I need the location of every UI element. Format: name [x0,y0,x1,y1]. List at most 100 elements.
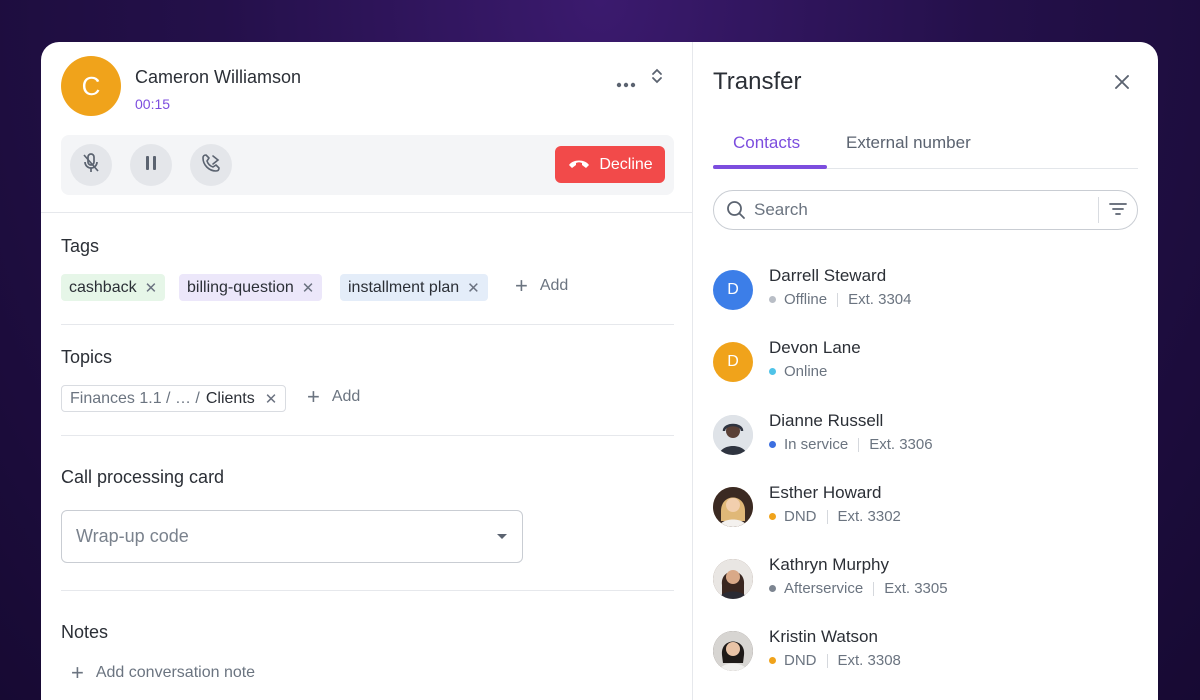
transfer-panel: Transfer Contacts External number Search… [693,42,1158,700]
tag-label: billing-question [187,278,294,296]
contact-item[interactable]: Esther Howard DND Ext. 3302 [713,483,1138,535]
tab-external-number[interactable]: External number [846,133,971,153]
contact-status: Online [784,363,828,380]
status-dot [769,657,776,664]
contact-meta: DND Ext. 3308 [769,652,901,669]
wrapup-placeholder: Wrap-up code [76,526,189,546]
contact-name: Devon Lane [769,338,861,357]
contact-name: Kathryn Murphy [769,555,889,574]
status-dot [769,296,776,303]
contact-item[interactable]: Kristin Watson DND Ext. 3308 [713,627,1138,679]
decline-button[interactable]: Decline [555,146,665,183]
tag-label: installment plan [348,278,460,296]
more-options-icon[interactable] [615,74,637,96]
contact-name: Kristin Watson [769,627,878,646]
search-separator [1098,197,1099,223]
contact-avatar: D [713,270,753,310]
contact-item[interactable]: D Darrell Steward Offline Ext. 3304 [713,266,1138,318]
transfer-title: Transfer [713,68,802,95]
call-controls: Decline [61,135,674,195]
notes-title: Notes [61,622,109,642]
caret-down-icon [496,528,508,546]
topic-chip: Finances 1.1 / … / Clients ✕ [61,385,287,412]
phone-hangup-icon [567,156,591,174]
status-dot [769,513,776,520]
filter-icon[interactable] [1109,201,1127,222]
contact-name: Esther Howard [769,483,882,502]
expand-collapse-icon[interactable] [647,64,667,88]
topic-path: Finances 1.1 / … / [70,389,200,407]
transfer-tabs: Contacts External number [713,124,1138,169]
call-panel: C Cameron Williamson 00:15 Decline Tags … [41,42,693,700]
active-tab-indicator [713,165,827,169]
remove-tag-icon[interactable]: ✕ [145,279,158,297]
call-processing-title: Call processing card [61,467,225,487]
contact-status: Offline [784,291,828,308]
tag-chip: cashback ✕ [61,274,166,301]
meta-separator [858,437,860,452]
status-dot [769,368,776,375]
contact-status: Afterservice [784,580,864,597]
hold-button[interactable] [130,144,172,186]
contact-avatar: D [713,342,753,382]
wrapup-code-select[interactable]: Wrap-up code [61,510,523,563]
contact-ext: Ext. 3302 [837,508,901,525]
meta-separator [837,292,839,307]
call-timer: 00:15 [135,96,171,112]
transfer-call-button[interactable] [190,144,232,186]
status-dot [769,585,776,592]
contact-status: DND [784,652,817,669]
search-placeholder: Search [754,200,808,219]
tag-label: cashback [69,278,137,296]
close-icon[interactable] [1112,72,1132,92]
tab-contacts[interactable]: Contacts [733,133,800,153]
caller-avatar: C [61,56,121,116]
contact-ext: Ext. 3308 [837,652,901,669]
search-icon [726,200,746,225]
add-note-label: Add conversation note [95,664,256,681]
add-tag-button[interactable]: + Add [515,275,568,297]
contact-item[interactable]: Kathryn Murphy Afterservice Ext. 3305 [713,555,1138,607]
contact-name: Dianne Russell [769,411,884,430]
remove-tag-icon[interactable]: ✕ [467,279,480,297]
add-note-button[interactable]: + Add conversation note [71,662,255,684]
plus-icon: + [71,660,84,685]
phone-forward-icon [200,152,222,179]
tags-title: Tags [61,236,100,256]
divider [41,212,693,213]
caller-header: C Cameron Williamson 00:15 [61,56,673,116]
topics-title: Topics [61,347,113,367]
meta-separator [873,581,875,596]
contact-meta: Online [769,363,827,380]
remove-topic-icon[interactable]: ✕ [265,390,278,408]
plus-icon: + [515,273,528,298]
add-topic-label: Add [331,388,361,405]
contact-ext: Ext. 3305 [884,580,948,597]
contact-item[interactable]: Dianne Russell In service Ext. 3306 [713,411,1138,463]
contact-meta: In service Ext. 3306 [769,436,933,453]
contact-meta: DND Ext. 3302 [769,508,901,525]
meta-separator [826,653,828,668]
remove-tag-icon[interactable]: ✕ [302,279,315,297]
mute-button[interactable] [70,144,112,186]
search-input[interactable]: Search [713,190,1138,230]
contact-avatar-photo [713,487,753,527]
tag-chip: installment plan ✕ [340,274,488,301]
contact-ext: Ext. 3304 [848,291,912,308]
contact-name: Darrell Steward [769,266,887,285]
divider [61,324,674,325]
contact-item[interactable]: D Devon Lane Online [713,338,1138,390]
pause-icon [144,155,158,176]
divider [61,590,674,591]
contact-status: In service [784,436,849,453]
topic-leaf: Clients [205,389,255,407]
add-tag-label: Add [539,277,569,294]
meta-separator [826,509,828,524]
contact-meta: Offline Ext. 3304 [769,291,911,308]
add-topic-button[interactable]: + Add [307,386,360,408]
status-dot [769,441,776,448]
divider [61,435,674,436]
contact-avatar-photo [713,631,753,671]
contact-avatar-photo [713,415,753,455]
tag-chip: billing-question ✕ [179,274,323,301]
